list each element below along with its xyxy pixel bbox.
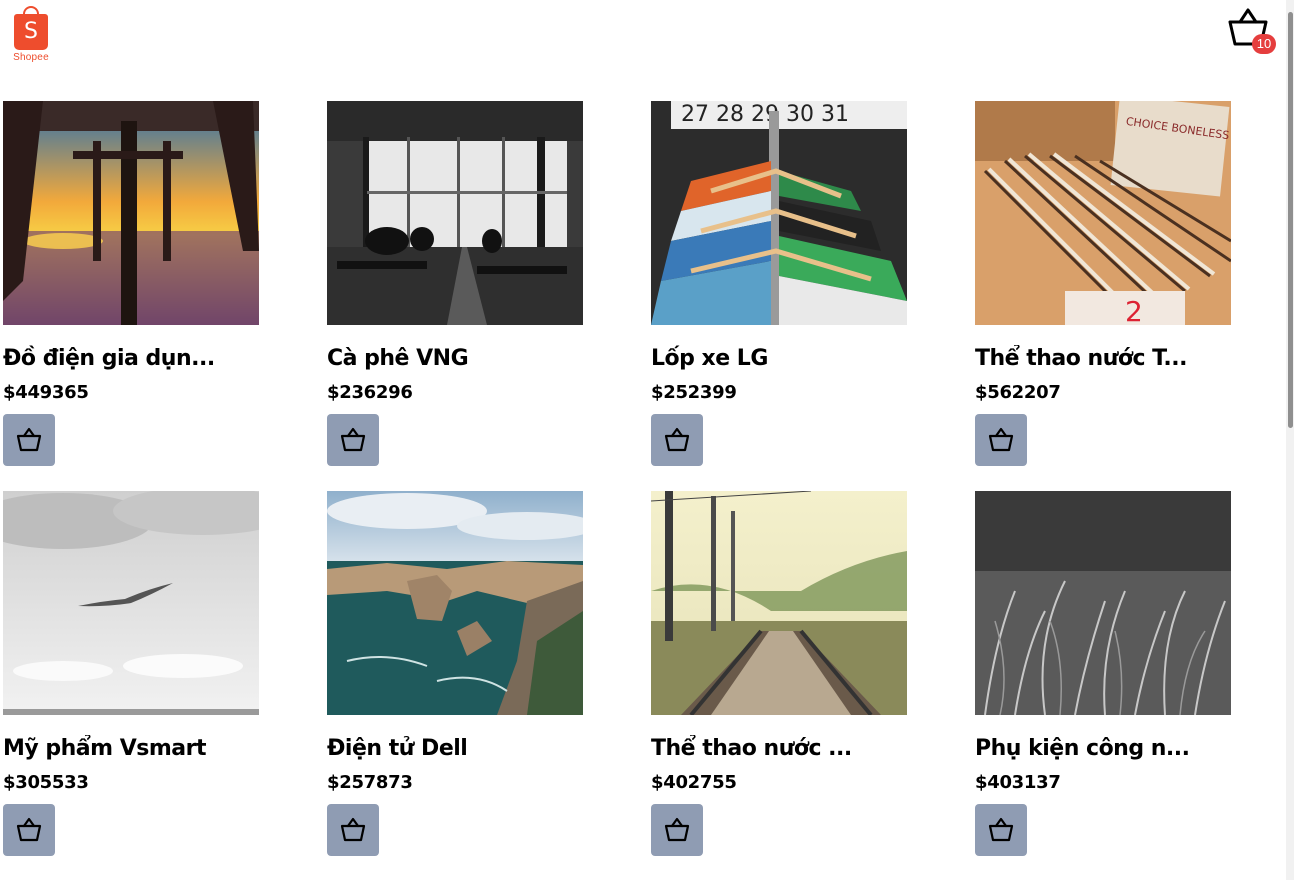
add-to-cart-button[interactable] bbox=[327, 804, 379, 856]
product-card[interactable]: Đồ điện gia dụn... $449365 bbox=[3, 101, 259, 469]
product-price: $257873 bbox=[327, 772, 413, 793]
product-name[interactable]: Lốp xe LG bbox=[651, 345, 907, 373]
product-name[interactable]: Phụ kiện công n... bbox=[975, 735, 1231, 763]
product-price: $236296 bbox=[327, 382, 413, 403]
product-image-pier-sunset[interactable] bbox=[3, 101, 259, 325]
product-name[interactable]: Mỹ phẩm Vsmart bbox=[3, 735, 259, 763]
product-name[interactable]: Thể thao nước T... bbox=[975, 345, 1231, 373]
shopee-bag-icon: S bbox=[14, 6, 48, 50]
add-to-cart-button[interactable] bbox=[3, 414, 55, 466]
basket-icon bbox=[340, 817, 366, 842]
product-card[interactable]: Thể thao nước ... $402755 bbox=[651, 491, 907, 859]
add-to-cart-button[interactable] bbox=[651, 414, 703, 466]
svg-text:2: 2 bbox=[1125, 295, 1143, 325]
cart-count-badge: 10 bbox=[1252, 34, 1276, 54]
shopee-logo[interactable]: S Shopee bbox=[12, 6, 50, 64]
cart-button[interactable]: 10 bbox=[1226, 6, 1276, 56]
product-card[interactable]: Điện tử Dell $257873 bbox=[327, 491, 583, 859]
basket-icon bbox=[16, 817, 42, 842]
logo-letter: S bbox=[24, 19, 38, 44]
basket-icon bbox=[664, 817, 690, 842]
add-to-cart-button[interactable] bbox=[975, 804, 1027, 856]
svg-text:27 28 29 30 31: 27 28 29 30 31 bbox=[681, 102, 849, 127]
product-card[interactable]: 27 28 29 30 31 Lốp xe LG $252399 bbox=[651, 101, 907, 469]
product-price: $252399 bbox=[651, 382, 737, 403]
product-price: $562207 bbox=[975, 382, 1061, 403]
add-to-cart-button[interactable] bbox=[975, 414, 1027, 466]
product-price: $402755 bbox=[651, 772, 737, 793]
product-image-measuring-tapes[interactable]: CHOICE BONELESS 2 bbox=[975, 101, 1231, 325]
product-image-cafe-interior-bw[interactable] bbox=[327, 101, 583, 325]
product-price: $403137 bbox=[975, 772, 1061, 793]
product-name[interactable]: Cà phê VNG bbox=[327, 345, 583, 373]
basket-icon bbox=[988, 817, 1014, 842]
basket-icon bbox=[16, 427, 42, 452]
product-price: $305533 bbox=[3, 772, 89, 793]
add-to-cart-button[interactable] bbox=[327, 414, 379, 466]
scrollbar[interactable] bbox=[1286, 0, 1294, 880]
product-card[interactable]: Cà phê VNG $236296 bbox=[327, 101, 583, 469]
add-to-cart-button[interactable] bbox=[651, 804, 703, 856]
product-image-sea-cliffs[interactable] bbox=[327, 491, 583, 715]
product-name[interactable]: Đồ điện gia dụn... bbox=[3, 345, 259, 373]
basket-icon bbox=[988, 427, 1014, 452]
product-grid: Đồ điện gia dụn... $449365 Cà phê VNG $2… bbox=[3, 101, 1231, 859]
product-card[interactable]: Phụ kiện công n... $403137 bbox=[975, 491, 1231, 859]
basket-icon bbox=[664, 427, 690, 452]
product-price: $449365 bbox=[3, 382, 89, 403]
product-card[interactable]: CHOICE BONELESS 2 Thể thao nước T... $56… bbox=[975, 101, 1231, 469]
basket-icon bbox=[340, 427, 366, 452]
product-image-railway-tracks[interactable] bbox=[651, 491, 907, 715]
product-name[interactable]: Thể thao nước ... bbox=[651, 735, 907, 763]
logo-text: Shopee bbox=[13, 52, 49, 63]
product-name[interactable]: Điện tử Dell bbox=[327, 735, 583, 763]
product-image-grass-closeup-bw[interactable] bbox=[975, 491, 1231, 715]
shop-page: S Shopee 10 Đồ điện gia dụn... $449365 C… bbox=[0, 0, 1294, 880]
product-card[interactable]: Mỹ phẩm Vsmart $305533 bbox=[3, 491, 259, 859]
product-image-seagull-sky-bw[interactable] bbox=[3, 491, 259, 715]
add-to-cart-button[interactable] bbox=[3, 804, 55, 856]
product-image-clothes-rack[interactable]: 27 28 29 30 31 bbox=[651, 101, 907, 325]
scrollbar-thumb[interactable] bbox=[1288, 12, 1293, 428]
